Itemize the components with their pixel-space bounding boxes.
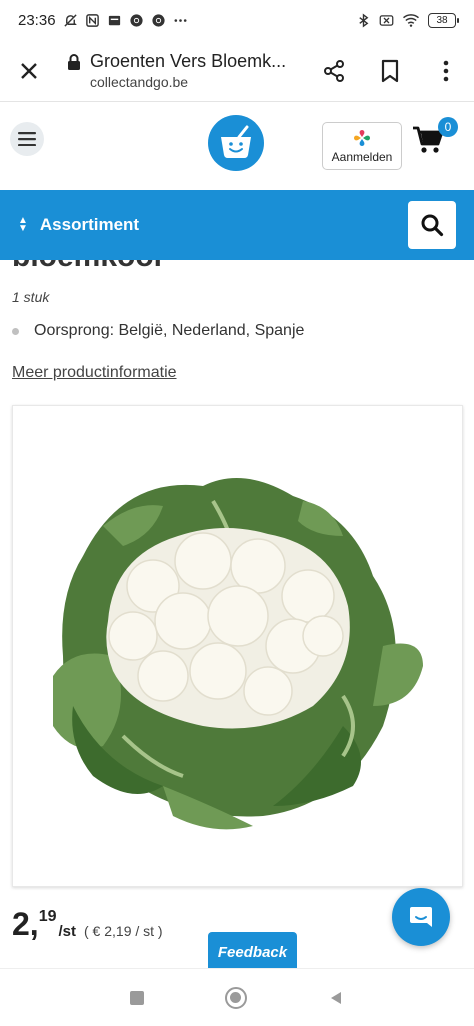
assortment-bar: ▲ ▼ Assortiment — [0, 190, 474, 260]
cauliflower-image — [53, 478, 423, 830]
clock: 23:36 — [18, 11, 56, 29]
more-info-link[interactable]: Meer productinformatie — [12, 364, 177, 382]
no-sim-icon — [379, 14, 394, 26]
bookmark-button[interactable] — [362, 42, 418, 100]
home-button[interactable] — [224, 986, 247, 1009]
assortment-toggle[interactable]: ▲ ▼ — [18, 216, 28, 234]
site-logo[interactable] — [208, 115, 264, 171]
more-dots-icon — [174, 18, 187, 22]
battery-icon: 38 — [428, 12, 459, 28]
share-icon — [324, 59, 344, 82]
page-url: collectandgo.be — [90, 74, 189, 90]
login-button[interactable]: Aanmelden — [322, 122, 402, 170]
chat-icon — [410, 907, 432, 927]
back-button[interactable] — [328, 990, 344, 1006]
chrome-icon — [151, 13, 165, 27]
nfc-icon — [85, 13, 99, 27]
wifi-icon — [403, 13, 419, 27]
recents-button[interactable] — [130, 990, 145, 1005]
more-vert-icon — [443, 60, 449, 81]
product-origin: Oorsprong: België, Nederland, Spanje — [12, 322, 304, 340]
origin-text: Oorsprong: België, Nederland, Spanje — [34, 322, 305, 339]
share-button[interactable] — [306, 42, 362, 100]
menu-button[interactable] — [10, 122, 44, 156]
price-per-unit: ( € 2,19 / st ) — [84, 923, 163, 939]
mute-notification-icon — [63, 13, 77, 27]
lock-icon — [68, 53, 80, 70]
app-icon — [108, 15, 120, 25]
price-unit: /st — [58, 923, 76, 940]
hamburger-icon — [18, 132, 36, 146]
close-button[interactable] — [0, 42, 58, 100]
battery-level: 38 — [436, 14, 448, 26]
status-bar: 23:36 38 — [0, 0, 474, 40]
product-image — [12, 405, 463, 887]
bookmark-icon — [381, 59, 399, 82]
close-icon — [21, 62, 37, 79]
cart-count-badge: 0 — [438, 117, 458, 137]
feedback-button[interactable]: Feedback — [208, 932, 297, 972]
bluetooth-icon — [359, 12, 369, 28]
page-title: Groenten Vers Bloemk... — [90, 51, 287, 71]
home-icon — [230, 992, 242, 1003]
price-decimals: 19 — [38, 908, 57, 925]
bullet-icon — [12, 327, 19, 335]
login-brand-icon — [354, 129, 370, 146]
page-title-area[interactable]: Groenten Vers Bloemk... collectandgo.be — [58, 51, 306, 90]
browser-toolbar: Groenten Vers Bloemk... collectandgo.be — [0, 40, 474, 102]
chrome-icon — [129, 13, 143, 27]
search-button[interactable] — [408, 201, 456, 249]
search-icon — [421, 214, 444, 237]
more-options-button[interactable] — [418, 42, 474, 100]
assortment-label[interactable]: Assortiment — [40, 215, 139, 235]
cart-button[interactable]: 0 — [412, 117, 458, 165]
product-quantity: 1 stuk — [12, 289, 50, 305]
site-header: Aanmelden 0 — [0, 103, 474, 190]
price-integer: 2, — [12, 906, 39, 942]
login-label: Aanmelden — [331, 149, 393, 164]
system-navigation-bar — [0, 968, 474, 1026]
caret-down-icon: ▼ — [18, 223, 28, 234]
chat-button[interactable] — [392, 888, 450, 946]
basket-logo-icon — [221, 125, 251, 159]
price: 2, 19 /st ( € 2,19 / st ) — [12, 906, 163, 942]
